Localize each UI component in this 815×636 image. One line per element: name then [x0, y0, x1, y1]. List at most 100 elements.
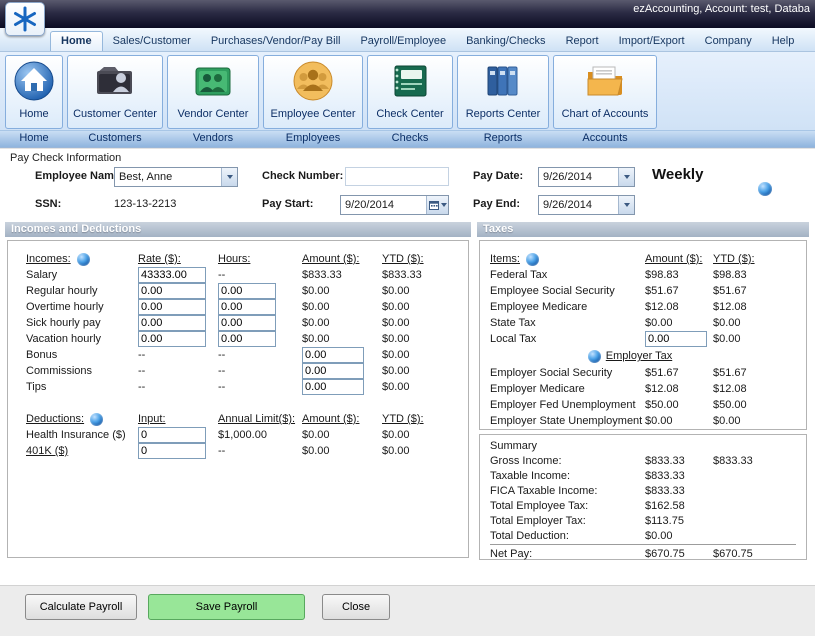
tab-help[interactable]: Help — [762, 31, 805, 51]
pay-frequency-label: Weekly — [652, 166, 703, 183]
pay-start-datepicker[interactable]: 9/20/2014 — [340, 195, 449, 215]
income-row: Tips----$0.00 — [26, 379, 452, 395]
overtime-hourly-rate-input[interactable] — [138, 299, 206, 315]
401k-input-input[interactable] — [138, 443, 206, 459]
employer-medicare-amount-value: $12.08 — [645, 383, 713, 395]
employer-tax-subheader: Employer Tax — [490, 347, 770, 365]
snowflake-logo-icon — [12, 6, 38, 32]
taxes-help-globe-icon[interactable] — [526, 253, 539, 266]
menu-tabs: HomeSales/CustomerPurchases/Vendor/Pay B… — [0, 28, 815, 52]
tab-banking-checks[interactable]: Banking/Checks — [456, 31, 556, 51]
employee-tax-row: Employee Medicare$12.08$12.08 — [490, 299, 785, 315]
vacation-hourly-label: Vacation hourly — [26, 333, 138, 345]
regular-hourly-hours-input[interactable] — [218, 283, 276, 299]
tab-home[interactable]: Home — [50, 31, 103, 51]
save-payroll-button[interactable]: Save Payroll — [148, 594, 305, 620]
commissions-hours-value: -- — [218, 365, 302, 377]
overtime-hourly-label: Overtime hourly — [26, 301, 138, 313]
tab-report[interactable]: Report — [556, 31, 609, 51]
tab-purchases-vendor-pay-bill[interactable]: Purchases/Vendor/Pay Bill — [201, 31, 351, 51]
employer-fed-unemployment-amount-value: $50.00 — [645, 399, 713, 411]
employer-tax-row: Employer Fed Unemployment$50.00$50.00 — [490, 397, 785, 413]
employee-tax-row: Employee Social Security$51.67$51.67 — [490, 283, 785, 299]
401k-amount-value: $0.00 — [302, 445, 382, 457]
tips-amount-input[interactable] — [302, 379, 364, 395]
toolbar-category-label[interactable]: Reports — [457, 130, 549, 146]
toolbar-category-label[interactable]: Customers — [67, 130, 163, 146]
overtime-hourly-hours-input[interactable] — [218, 299, 276, 315]
input-col-header: Input: — [138, 413, 218, 425]
employee-tax-row: Local Tax$0.00 — [490, 331, 785, 347]
deduction-row: 401K ($)--$0.00$0.00 — [26, 443, 452, 459]
pay-end-value: 9/26/2014 — [539, 199, 618, 211]
tab-sales-customer[interactable]: Sales/Customer — [103, 31, 201, 51]
employer-tax-row: Employer State Unemployment$0.00$0.00 — [490, 413, 785, 429]
bonus-amount-input[interactable] — [302, 347, 364, 363]
close-button[interactable]: Close — [322, 594, 390, 620]
summary-row: Taxable Income:$833.33 — [490, 468, 798, 483]
check-number-input[interactable] — [345, 167, 449, 186]
health-insurance-amount-value: $0.00 — [302, 429, 382, 441]
employer-social-security-label: Employer Social Security — [490, 367, 645, 379]
home-button[interactable]: Home — [5, 55, 63, 129]
employee-social-security-ytd-value: $51.67 — [713, 285, 785, 297]
vendor-center-button[interactable]: Vendor Center — [167, 55, 259, 129]
chart-of-accounts-button[interactable]: Chart of Accounts — [553, 55, 657, 129]
toolbar-category-label[interactable]: Vendors — [167, 130, 259, 146]
regular-hourly-ytd-value: $0.00 — [382, 285, 452, 297]
employee-social-security-label: Employee Social Security — [490, 285, 645, 297]
tips-label: Tips — [26, 381, 138, 393]
tab-import-export[interactable]: Import/Export — [609, 31, 695, 51]
local-tax-amount-input[interactable] — [645, 331, 707, 347]
toolbar-category-label[interactable]: Home — [5, 130, 63, 146]
income-row: Salary--$833.33$833.33 — [26, 267, 452, 283]
calculate-payroll-button[interactable]: Calculate Payroll — [25, 594, 137, 620]
check-center-icon — [388, 59, 432, 106]
reports-center-button[interactable]: Reports Center — [457, 55, 549, 129]
incomes-header-row: Incomes: Rate ($): Hours: Amount ($): YT… — [26, 251, 452, 267]
salary-amount-value: $833.33 — [302, 269, 382, 281]
401k-label[interactable]: 401K ($) — [26, 445, 138, 457]
footer: Calculate Payroll Save Payroll Close — [0, 585, 815, 636]
deductions-help-globe-icon[interactable] — [90, 413, 103, 426]
toolbar-item-employee-center: Employee Center Employees — [263, 55, 363, 148]
commissions-amount-input[interactable] — [302, 363, 364, 379]
sick-hourly-pay-rate-input[interactable] — [138, 315, 206, 331]
incomes-deductions-panel: Incomes and Deductions Incomes: Rate ($)… — [5, 222, 471, 560]
401k-ytd-value: $0.00 — [382, 445, 452, 457]
titlebar[interactable]: ezAccounting, Account: test, Databa — [0, 0, 815, 28]
sick-hourly-pay-amount-value: $0.00 — [302, 317, 382, 329]
regular-hourly-rate-input[interactable] — [138, 283, 206, 299]
customer-center-button[interactable]: Customer Center — [67, 55, 163, 129]
tab-company[interactable]: Company — [695, 31, 762, 51]
tab-payroll-employee[interactable]: Payroll/Employee — [350, 31, 456, 51]
sick-hourly-pay-hours-input[interactable] — [218, 315, 276, 331]
employee-medicare-ytd-value: $12.08 — [713, 301, 785, 313]
pay-date-select[interactable]: 9/26/2014 — [538, 167, 635, 187]
bonus-hours-value: -- — [218, 349, 302, 361]
taxable-income-amount: $833.33 — [645, 470, 713, 482]
salary-rate-input[interactable] — [138, 267, 206, 283]
summary-row: Gross Income:$833.33$833.33 — [490, 453, 798, 468]
income-row: Overtime hourly$0.00$0.00 — [26, 299, 452, 315]
employee-medicare-label: Employee Medicare — [490, 301, 645, 313]
health-insurance-input-input[interactable] — [138, 427, 206, 443]
check-number-label: Check Number: — [262, 170, 343, 182]
app-logo-button[interactable] — [5, 2, 45, 36]
chevron-down-icon — [221, 168, 237, 186]
toolbar-category-label[interactable]: Accounts — [553, 130, 657, 146]
incomes-help-globe-icon[interactable] — [77, 253, 90, 266]
pay-end-select[interactable]: 9/26/2014 — [538, 195, 635, 215]
toolbar-category-label[interactable]: Employees — [263, 130, 363, 146]
vacation-hourly-rate-input[interactable] — [138, 331, 206, 347]
employee-name-select[interactable]: Best, Anne — [114, 167, 238, 187]
chevron-down-icon — [618, 168, 634, 186]
employer-fed-unemployment-label: Employer Fed Unemployment — [490, 399, 645, 411]
check-center-button[interactable]: Check Center — [367, 55, 453, 129]
employee-center-button[interactable]: Employee Center — [263, 55, 363, 129]
vacation-hourly-hours-input[interactable] — [218, 331, 276, 347]
paycheck-help-globe-icon[interactable] — [758, 182, 772, 196]
employer-tax-help-globe-icon[interactable] — [588, 350, 601, 363]
toolbar-category-label[interactable]: Checks — [367, 130, 453, 146]
gross-income-ytd: $833.33 — [713, 455, 785, 467]
